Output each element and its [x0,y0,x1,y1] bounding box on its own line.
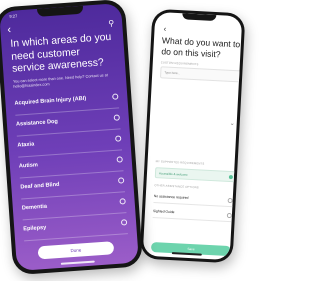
list-item-label: Assistance Dog [15,118,59,128]
visit-screen: ‹ What do you want to do on this visit? … [142,11,243,261]
list-item-label: Autism [18,162,39,170]
radio-icon [119,198,126,205]
other-assistance-label: OTHER ASSISTANCE OPTIONS [154,184,199,190]
radio-icon [115,135,122,142]
assistance-option-label: Sighted Guide [152,209,175,215]
list-item-label: Ataxia [17,141,35,149]
assistance-option-row[interactable]: No assistance required [153,190,235,208]
custom-requirements-input[interactable]: Type here... [159,66,243,83]
status-time: 9:27 [9,13,18,19]
radio-icon [227,197,233,204]
assistance-option-label: No assistance required [153,194,189,200]
chevron-left-icon[interactable]: ‹ [163,24,166,33]
done-button[interactable]: Done [37,241,115,260]
radio-icon [226,212,233,219]
page-title: In which areas do you need customer serv… [10,31,112,75]
home-indicator [171,252,202,256]
radio-icon [117,177,125,184]
phone-notch [181,13,216,22]
list-item-label: Deaf and Blind [20,181,60,191]
selected-toggle-icon [228,174,234,179]
visit-title: What do you want to do on this visit? [161,35,241,59]
list-item-label: Epilepsy [23,224,47,233]
phone-front-device: 9:27 ‹ ⚲ In which areas do you need cust… [0,0,144,276]
phone-notch [36,5,84,17]
radio-icon [112,93,119,100]
chevron-left-icon[interactable]: ‹ [7,24,12,36]
radio-icon [113,114,120,121]
custom-requirements-label: CUSTOM REQUIREMENTS [160,61,199,67]
custom-requirements-placeholder: Type here... [164,70,181,76]
dropdown-icon: ⌄ [229,120,235,128]
supported-requirements-label: MY SUPPORTED REQUIREMENTS [155,160,205,166]
list-item-label: Acquired Brain Injury (ABI) [14,95,87,107]
assistance-option-row[interactable]: Sighted Guide [152,205,234,223]
awareness-options-list: Acquired Brain Injury (ABI) Assistance D… [13,87,128,242]
list-item-label: Dementia [21,203,48,212]
radio-icon [116,156,123,163]
phone-back-device: ‹ What do you want to do on this visit? … [139,8,246,264]
home-indicator [60,260,95,265]
supported-requirement-chip[interactable]: Accessible & welcome [154,167,238,183]
search-icon[interactable]: ⚲ [108,19,114,28]
custom-requirements-divider: ⌄ [158,120,238,128]
radio-icon [120,219,128,226]
supported-requirement-label: Accessible & welcome [158,171,188,177]
awareness-screen: 9:27 ‹ ⚲ In which areas do you need cust… [0,3,139,271]
